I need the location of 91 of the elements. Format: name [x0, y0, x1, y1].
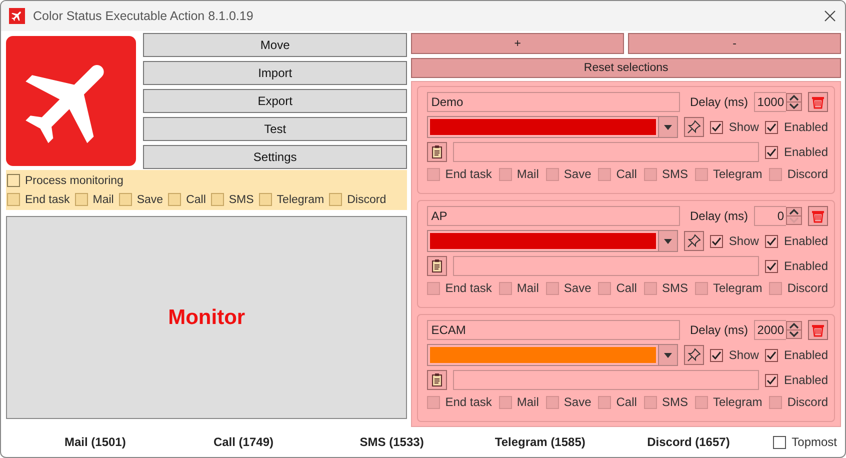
checkbox[interactable]: Discord: [769, 281, 828, 295]
checkbox[interactable]: Call: [598, 281, 637, 295]
name-field[interactable]: Demo: [427, 92, 680, 112]
spin-arrows-icon[interactable]: [786, 321, 802, 339]
checkmark-icon: [710, 236, 722, 246]
checkbox[interactable]: Save: [118, 193, 164, 206]
checkbox[interactable]: End task: [427, 281, 492, 295]
add-button[interactable]: +: [411, 33, 624, 54]
pin-icon[interactable]: [684, 345, 704, 365]
checkbox[interactable]: Save: [546, 167, 592, 181]
delay-label: Delay (ms): [690, 323, 748, 337]
checkbox[interactable]: SMS: [644, 395, 688, 409]
pin-icon[interactable]: [684, 117, 704, 137]
checkbox[interactable]: Telegram: [694, 167, 762, 181]
checkbox[interactable]: Discord: [329, 193, 386, 206]
color-dropdown[interactable]: [427, 344, 678, 366]
checkbox[interactable]: Enabled: [764, 259, 828, 273]
counter-label: Discord (1657): [646, 435, 731, 449]
menu-button[interactable]: Export: [143, 89, 408, 113]
checkbox[interactable]: Show: [710, 234, 759, 248]
checkbox[interactable]: Call: [598, 395, 637, 409]
checkmark-icon: [710, 122, 722, 132]
checkmark-icon: [766, 374, 777, 386]
checkbox[interactable]: Process monitoring: [7, 174, 124, 187]
menu-button[interactable]: Test: [143, 117, 408, 141]
command-field[interactable]: [453, 370, 759, 390]
spin-arrows-icon[interactable]: [786, 93, 802, 111]
clipboard-icon[interactable]: [427, 370, 448, 390]
delay-label: Delay (ms): [690, 209, 748, 223]
app-icon: [9, 8, 25, 24]
pin-icon[interactable]: [684, 231, 704, 251]
checkmark-icon: [766, 350, 777, 360]
delay-field[interactable]: 0: [754, 206, 786, 226]
checkbox[interactable]: Show: [710, 348, 759, 362]
checkbox[interactable]: Mail: [498, 281, 539, 295]
name-field[interactable]: AP: [427, 206, 680, 226]
checkbox[interactable]: Enabled: [764, 348, 828, 362]
clipboard-icon[interactable]: [427, 256, 448, 276]
close-icon[interactable]: [823, 9, 837, 23]
checkbox[interactable]: Enabled: [764, 373, 828, 387]
checkbox[interactable]: Telegram: [258, 193, 324, 206]
checkbox[interactable]: Mail: [498, 395, 539, 409]
window-title: Color Status Executable Action 8.1.0.19: [33, 9, 254, 23]
checkbox[interactable]: Enabled: [764, 120, 828, 134]
counter-label: SMS (1533): [358, 435, 425, 449]
checkbox[interactable]: Save: [546, 281, 592, 295]
menu-button[interactable]: Settings: [143, 145, 408, 169]
checkbox[interactable]: SMS: [644, 281, 688, 295]
color-dropdown[interactable]: [427, 116, 678, 138]
caret-icon: [664, 124, 672, 130]
menu-button[interactable]: Move: [143, 33, 408, 57]
checkbox[interactable]: Show: [710, 120, 759, 134]
checkmark-icon: [766, 146, 777, 158]
delay-label: Delay (ms): [690, 95, 748, 109]
checkbox[interactable]: Mail: [74, 193, 114, 206]
checkbox[interactable]: End task: [427, 395, 492, 409]
counter-label: Telegram (1585): [494, 435, 586, 449]
remove-button[interactable]: -: [628, 33, 841, 54]
checkbox[interactable]: End task: [427, 167, 492, 181]
reset-button[interactable]: Reset selections: [411, 58, 841, 78]
checkmark-icon: [710, 350, 722, 360]
checkmark-icon: [766, 260, 777, 272]
menu-button[interactable]: Import: [143, 61, 408, 85]
checkbox[interactable]: Save: [546, 395, 592, 409]
name-field[interactable]: ECAM: [427, 320, 680, 340]
checkbox[interactable]: SMS: [644, 167, 688, 181]
checkbox[interactable]: End task: [7, 193, 70, 206]
delay-field[interactable]: 2000: [754, 320, 786, 340]
checkbox[interactable]: Discord: [769, 167, 828, 181]
monitor-label: Monitor: [168, 306, 246, 330]
checkbox[interactable]: Enabled: [764, 234, 828, 248]
checkmark-icon: [766, 236, 777, 246]
checkbox[interactable]: Discord: [769, 395, 828, 409]
color-dropdown[interactable]: [427, 230, 678, 252]
counter-label: Call (1749): [212, 435, 274, 449]
checkbox[interactable]: Mail: [498, 167, 539, 181]
checkmark-icon: [766, 122, 777, 132]
command-field[interactable]: [453, 142, 759, 162]
topmost-checkbox[interactable]: Topmost: [772, 435, 837, 449]
counter-label: Mail (1501): [63, 435, 127, 449]
checkbox[interactable]: SMS: [210, 193, 254, 206]
checkbox[interactable]: Call: [168, 193, 206, 206]
delay-field[interactable]: 1000: [754, 92, 786, 112]
clipboard-icon[interactable]: [427, 142, 448, 162]
command-field[interactable]: [453, 256, 759, 276]
checkbox[interactable]: Telegram: [694, 395, 762, 409]
checkbox[interactable]: Enabled: [764, 145, 828, 159]
caret-icon: [664, 238, 672, 244]
checkbox[interactable]: Telegram: [694, 281, 762, 295]
checkbox[interactable]: Call: [598, 167, 637, 181]
caret-icon: [664, 352, 672, 358]
